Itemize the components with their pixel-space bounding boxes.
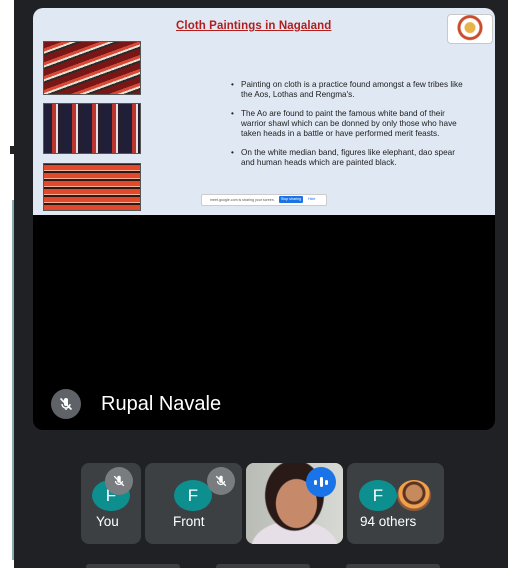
toolbar-button-1[interactable]: [86, 564, 180, 568]
slide-title: Cloth Paintings in Nagaland: [176, 20, 332, 32]
share-message: meet.google.com is sharing your screen.: [210, 198, 275, 202]
cloth-image-2: [43, 103, 141, 154]
hide-share-bar-button[interactable]: Hide: [308, 197, 315, 201]
avatar: F: [174, 480, 212, 511]
mic-off-icon: [105, 467, 133, 495]
presenter-tile[interactable]: Cloth Paintings in Nagaland • Painting o…: [33, 8, 495, 430]
slide-bullet-list: • Painting on cloth is a practice found …: [231, 80, 465, 177]
stop-sharing-button[interactable]: Stop sharing: [279, 196, 303, 203]
presenter-name: Rupal Navale: [101, 392, 222, 415]
slide-bullet: • The Ao are found to paint the famous w…: [231, 109, 465, 139]
avatar: F: [359, 480, 397, 511]
institution-logo-icon: [447, 14, 493, 44]
cloth-image-3: [43, 163, 141, 211]
left-window-edge: [0, 0, 14, 568]
participant-photo: [397, 480, 431, 511]
mic-off-icon: [207, 467, 235, 495]
participant-tile-front[interactable]: F Front: [145, 463, 242, 544]
bullet-dot-icon: •: [231, 148, 234, 157]
bullet-text: On the white median band, figures like e…: [241, 148, 455, 167]
edge-marker: [10, 146, 14, 154]
presenter-info: Rupal Navale: [51, 389, 221, 419]
bullet-text: The Ao are found to paint the famous whi…: [241, 109, 457, 138]
toolbar-button-2[interactable]: [216, 564, 310, 568]
shared-slide: Cloth Paintings in Nagaland • Painting o…: [33, 8, 495, 215]
bullet-dot-icon: •: [231, 80, 234, 89]
slide-bullet: • On the white median band, figures like…: [231, 148, 465, 168]
bullet-text: Painting on cloth is a practice found am…: [241, 80, 463, 99]
participant-label: 94 others: [360, 514, 417, 529]
participant-label: You: [96, 514, 119, 529]
speaking-indicator-icon: [306, 467, 336, 497]
mic-off-icon: [51, 389, 81, 419]
participant-tile-you[interactable]: F You: [81, 463, 141, 544]
bullet-dot-icon: •: [231, 109, 234, 118]
screen-share-bar: meet.google.com is sharing your screen. …: [201, 194, 327, 206]
slide-bullet: • Painting on cloth is a practice found …: [231, 80, 465, 100]
participant-tile-video[interactable]: [246, 463, 343, 544]
edge-rail: [12, 200, 14, 560]
participant-tile-others[interactable]: F 94 others: [347, 463, 444, 544]
cloth-image-1: [43, 41, 141, 95]
toolbar-button-3[interactable]: [346, 564, 440, 568]
participant-label: Front: [173, 514, 205, 529]
